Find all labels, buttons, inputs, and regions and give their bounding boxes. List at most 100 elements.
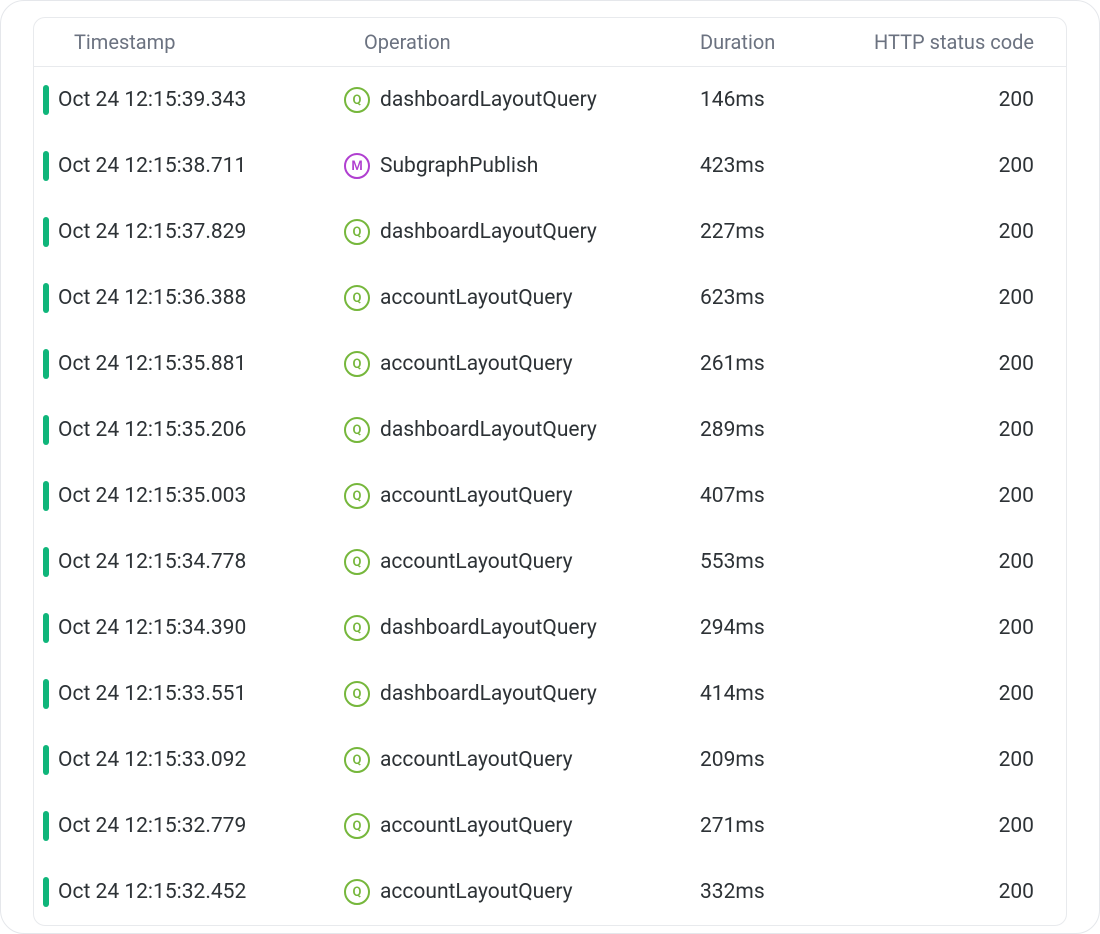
- timestamp-cell: Oct 24 12:15:32.452: [58, 880, 344, 904]
- timestamp-cell: Oct 24 12:15:37.829: [58, 220, 344, 244]
- table-row[interactable]: Oct 24 12:15:33.551QdashboardLayoutQuery…: [34, 661, 1066, 727]
- status-indicator: [43, 217, 49, 247]
- operation-cell: QaccountLayoutQuery: [344, 483, 700, 509]
- duration-cell: 414ms: [700, 682, 840, 706]
- http-status-cell: 200: [840, 418, 1050, 442]
- status-bar-wrapper: [34, 415, 58, 445]
- traces-table: Timestamp Operation Duration HTTP status…: [33, 17, 1067, 926]
- status-bar-wrapper: [34, 151, 58, 181]
- table-row[interactable]: Oct 24 12:15:39.343QdashboardLayoutQuery…: [34, 67, 1066, 133]
- duration-cell: 289ms: [700, 418, 840, 442]
- table-row[interactable]: Oct 24 12:15:36.388QaccountLayoutQuery62…: [34, 265, 1066, 331]
- http-status-cell: 200: [840, 88, 1050, 112]
- operation-name[interactable]: accountLayoutQuery: [380, 352, 573, 376]
- table-body: Oct 24 12:15:39.343QdashboardLayoutQuery…: [34, 67, 1066, 925]
- col-header-status[interactable]: HTTP status code: [874, 30, 1034, 54]
- operation-name[interactable]: dashboardLayoutQuery: [380, 616, 597, 640]
- duration-cell: 227ms: [700, 220, 840, 244]
- status-indicator: [43, 811, 49, 841]
- query-icon: Q: [344, 483, 370, 509]
- query-icon: Q: [344, 813, 370, 839]
- query-icon: Q: [344, 417, 370, 443]
- traces-panel: Timestamp Operation Duration HTTP status…: [0, 0, 1100, 934]
- operation-name[interactable]: accountLayoutQuery: [380, 880, 573, 904]
- operation-name[interactable]: accountLayoutQuery: [380, 286, 573, 310]
- col-header-timestamp[interactable]: Timestamp: [74, 30, 175, 54]
- table-header: Timestamp Operation Duration HTTP status…: [34, 18, 1066, 67]
- status-indicator: [43, 877, 49, 907]
- duration-cell: 271ms: [700, 814, 840, 838]
- operation-cell: QdashboardLayoutQuery: [344, 615, 700, 641]
- http-status-cell: 200: [840, 682, 1050, 706]
- status-bar-wrapper: [34, 547, 58, 577]
- status-bar-wrapper: [34, 613, 58, 643]
- operation-name[interactable]: accountLayoutQuery: [380, 748, 573, 772]
- http-status-cell: 200: [840, 748, 1050, 772]
- status-indicator: [43, 283, 49, 313]
- duration-cell: 294ms: [700, 616, 840, 640]
- duration-cell: 146ms: [700, 88, 840, 112]
- query-icon: Q: [344, 285, 370, 311]
- status-indicator: [43, 85, 49, 115]
- query-icon: Q: [344, 879, 370, 905]
- operation-name[interactable]: dashboardLayoutQuery: [380, 682, 597, 706]
- http-status-cell: 200: [840, 352, 1050, 376]
- col-header-operation[interactable]: Operation: [364, 30, 451, 54]
- timestamp-cell: Oct 24 12:15:32.779: [58, 814, 344, 838]
- query-icon: Q: [344, 351, 370, 377]
- table-row[interactable]: Oct 24 12:15:35.003QaccountLayoutQuery40…: [34, 463, 1066, 529]
- table-row[interactable]: Oct 24 12:15:34.390QdashboardLayoutQuery…: [34, 595, 1066, 661]
- duration-cell: 209ms: [700, 748, 840, 772]
- timestamp-cell: Oct 24 12:15:35.206: [58, 418, 344, 442]
- timestamp-cell: Oct 24 12:15:33.551: [58, 682, 344, 706]
- timestamp-cell: Oct 24 12:15:34.778: [58, 550, 344, 574]
- operation-cell: QaccountLayoutQuery: [344, 285, 700, 311]
- query-icon: Q: [344, 747, 370, 773]
- operation-name[interactable]: SubgraphPublish: [380, 154, 538, 178]
- query-icon: Q: [344, 549, 370, 575]
- table-row[interactable]: Oct 24 12:15:34.778QaccountLayoutQuery55…: [34, 529, 1066, 595]
- table-row[interactable]: Oct 24 12:15:32.779QaccountLayoutQuery 27…: [34, 793, 1066, 859]
- table-row[interactable]: Oct 24 12:15:38.711MSubgraphPublish423ms…: [34, 133, 1066, 199]
- operation-cell: QdashboardLayoutQuery: [344, 87, 700, 113]
- timestamp-cell: Oct 24 12:15:34.390: [58, 616, 344, 640]
- operation-name[interactable]: dashboardLayoutQuery: [380, 418, 597, 442]
- operation-name[interactable]: accountLayoutQuery: [380, 814, 573, 838]
- table-row[interactable]: Oct 24 12:15:35.881QaccountLayoutQuery26…: [34, 331, 1066, 397]
- operation-cell: QaccountLayoutQuery: [344, 351, 700, 377]
- status-bar-wrapper: [34, 679, 58, 709]
- timestamp-cell: Oct 24 12:15:33.092: [58, 748, 344, 772]
- table-row[interactable]: Oct 24 12:15:33.092QaccountLayoutQuery 20…: [34, 727, 1066, 793]
- operation-name[interactable]: accountLayoutQuery: [380, 550, 573, 574]
- table-row[interactable]: Oct 24 12:15:37.829QdashboardLayoutQuery…: [34, 199, 1066, 265]
- duration-cell: 261ms: [700, 352, 840, 376]
- status-indicator: [43, 481, 49, 511]
- duration-cell: 332ms: [700, 880, 840, 904]
- http-status-cell: 200: [840, 550, 1050, 574]
- status-bar-wrapper: [34, 481, 58, 511]
- operation-cell: QaccountLayoutQuery: [344, 549, 700, 575]
- query-icon: Q: [344, 87, 370, 113]
- operation-name[interactable]: dashboardLayoutQuery: [380, 88, 597, 112]
- timestamp-cell: Oct 24 12:15:35.003: [58, 484, 344, 508]
- http-status-cell: 200: [840, 154, 1050, 178]
- http-status-cell: 200: [840, 286, 1050, 310]
- table-row[interactable]: Oct 24 12:15:32.452QaccountLayoutQuery 33…: [34, 859, 1066, 925]
- operation-name[interactable]: dashboardLayoutQuery: [380, 220, 597, 244]
- operation-cell: M SubgraphPublish: [344, 153, 700, 179]
- status-indicator: [43, 679, 49, 709]
- http-status-cell: 200: [840, 220, 1050, 244]
- http-status-cell: 200: [840, 484, 1050, 508]
- table-row[interactable]: Oct 24 12:15:35.206QdashboardLayoutQuery…: [34, 397, 1066, 463]
- col-header-duration[interactable]: Duration: [700, 30, 775, 54]
- status-bar-wrapper: [34, 745, 58, 775]
- timestamp-cell: Oct 24 12:15:38.711: [58, 154, 344, 178]
- operation-cell: QdashboardLayoutQuery: [344, 417, 700, 443]
- status-bar-wrapper: [34, 283, 58, 313]
- operation-name[interactable]: accountLayoutQuery: [380, 484, 573, 508]
- mutation-icon: M: [344, 153, 370, 179]
- operation-cell: QdashboardLayoutQuery: [344, 681, 700, 707]
- status-bar-wrapper: [34, 217, 58, 247]
- status-bar-wrapper: [34, 85, 58, 115]
- status-indicator: [43, 745, 49, 775]
